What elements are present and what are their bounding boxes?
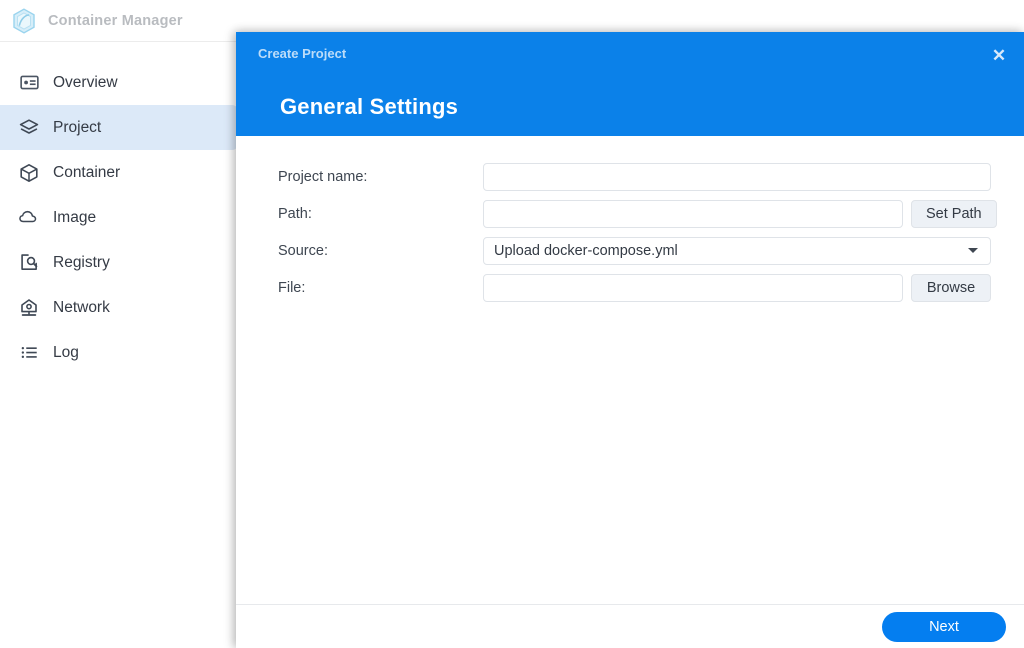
page-title: General Settings	[280, 94, 458, 120]
sidebar-item-label: Image	[53, 209, 96, 227]
path-input[interactable]	[483, 200, 903, 228]
sidebar-item-network[interactable]: Network	[0, 285, 238, 330]
sidebar-item-label: Registry	[53, 254, 110, 272]
sidebar-nav: Overview Project	[0, 42, 238, 375]
project-name-input[interactable]	[483, 163, 991, 191]
next-button[interactable]: Next	[882, 612, 1006, 642]
app-header: Container Manager	[0, 0, 238, 42]
breadcrumb: Create Project	[258, 46, 346, 61]
list-icon	[18, 342, 40, 364]
cube-icon	[18, 162, 40, 184]
sidebar-item-log[interactable]: Log	[0, 330, 238, 375]
sidebar-item-project[interactable]: Project	[0, 105, 238, 150]
create-project-dialog: Create Project General Settings ✕ Projec…	[236, 32, 1024, 648]
sidebar-item-image[interactable]: Image	[0, 195, 238, 240]
overview-card-icon	[18, 72, 40, 94]
project-name-label: Project name:	[278, 169, 483, 185]
sidebar-item-label: Overview	[53, 74, 118, 92]
registry-search-icon	[18, 252, 40, 274]
network-hub-icon	[18, 297, 40, 319]
source-select-value: Upload docker-compose.yml	[494, 243, 678, 259]
path-label: Path:	[278, 206, 483, 222]
sidebar-item-label: Log	[53, 344, 79, 362]
chevron-down-icon	[968, 248, 978, 253]
dialog-header: Create Project General Settings ✕	[236, 32, 1024, 136]
sidebar-item-overview[interactable]: Overview	[0, 60, 238, 105]
form-row-project-name: Project name:	[236, 158, 1024, 195]
layers-icon	[18, 117, 40, 139]
hexagon-logo-icon	[12, 8, 36, 34]
browse-button[interactable]: Browse	[911, 274, 991, 302]
file-input[interactable]	[483, 274, 903, 302]
container-manager-window: Container Manager Overview	[0, 0, 1024, 648]
form-row-source: Source: Upload docker-compose.yml	[236, 232, 1024, 269]
dialog-body: Project name: Path: Set Path Source: Upl…	[236, 136, 1024, 604]
dialog-footer: Next	[236, 604, 1024, 648]
cloud-icon	[18, 207, 40, 229]
source-select[interactable]: Upload docker-compose.yml	[483, 237, 991, 265]
sidebar-item-label: Network	[53, 299, 110, 317]
file-label: File:	[278, 280, 483, 296]
sidebar-item-label: Project	[53, 119, 101, 137]
set-path-button[interactable]: Set Path	[911, 200, 997, 228]
sidebar-item-label: Container	[53, 164, 120, 182]
source-label: Source:	[278, 243, 483, 259]
form-row-file: File: Browse	[236, 269, 1024, 306]
sidebar: Container Manager Overview	[0, 0, 238, 648]
close-icon[interactable]: ✕	[986, 42, 1012, 68]
sidebar-item-registry[interactable]: Registry	[0, 240, 238, 285]
sidebar-item-container[interactable]: Container	[0, 150, 238, 195]
form-row-path: Path: Set Path	[236, 195, 1024, 232]
app-title: Container Manager	[48, 13, 183, 29]
